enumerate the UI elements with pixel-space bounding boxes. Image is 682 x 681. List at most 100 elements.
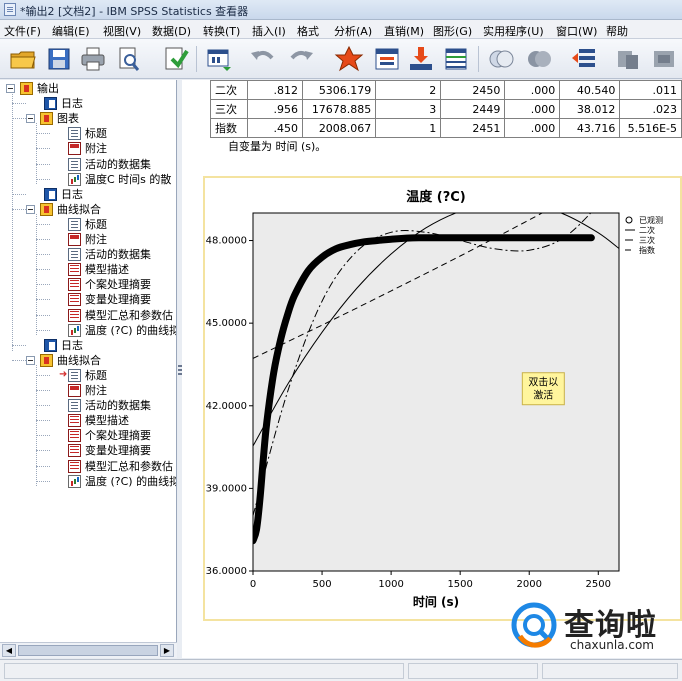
show-all-icon[interactable] [486, 45, 516, 73]
table-row[interactable]: 三次 .956 17678.885 3 2449.000 38.012.023 [209, 99, 682, 119]
outline-item[interactable]: 附注 [0, 141, 176, 156]
outline-item[interactable]: 标题 [0, 126, 176, 141]
promote-icon[interactable] [570, 45, 600, 73]
outline-item[interactable]: 输出 [0, 81, 176, 96]
outline-item[interactable]: 标题 [0, 217, 176, 232]
save-icon[interactable] [44, 45, 74, 73]
table-row[interactable]: 指数 .450 2008.067 1 2451.000 43.716 5.516E-5 [209, 118, 682, 138]
chart-frame[interactable]: 温度 (?C) 36.0000 39.0000 42.0000 45.0000 48.00… [203, 176, 682, 621]
table-cell: 3 [375, 99, 442, 119]
menu-file[interactable]: 文件(F) [4, 23, 41, 39]
menu-bar: 文件(F) 编辑(E) 视图(V) 数据(D) 转换(T) 插入(I) 格式 分… [0, 20, 682, 39]
outline-item[interactable]: 活动的数据集 [0, 398, 176, 413]
title-bar: *输出2 [文档2] - IBM SPSS Statistics 查看器 [0, 0, 682, 20]
menu-direct-marketing[interactable]: 直销(M) [384, 23, 424, 39]
menu-view[interactable]: 视图(V) [103, 23, 141, 39]
title-doc-icon [68, 127, 81, 141]
table-icon [68, 263, 81, 277]
outline-item[interactable]: 图表 [0, 111, 176, 126]
table-row[interactable]: 二次 .812 5306.179 2 2450.000 40.540.011 [209, 80, 682, 100]
collapse-toggle-icon[interactable] [6, 84, 15, 93]
collapse-toggle-icon[interactable] [26, 204, 35, 214]
table-cell: .812 [247, 80, 304, 100]
menu-window[interactable]: 窗口(W) [556, 23, 597, 39]
legend-label: 二次 [639, 225, 655, 235]
outline-item[interactable]: 附注 [0, 232, 176, 247]
scroll-left-arrow-icon[interactable]: ◀ [2, 644, 16, 657]
toolbar [0, 39, 682, 79]
x-tick-label: 2500 [586, 579, 611, 590]
outline-item[interactable]: 模型描述 [0, 413, 176, 428]
redo-icon[interactable] [286, 45, 316, 73]
x-tick-label: 1000 [378, 579, 403, 590]
activate-hint-text: 激活 [533, 389, 553, 402]
outline-item[interactable]: 附注 [0, 383, 176, 398]
row-label-cell: 指数 [209, 118, 249, 138]
table-icon [68, 414, 81, 428]
outline-item-label: 温度C 时间s 的散 [85, 172, 172, 186]
outline-item[interactable]: 曲线拟合 [0, 353, 176, 368]
model-summary-table[interactable]: 二次 .812 5306.179 2 2450.000 40.540.011 三次 .956 1… [209, 80, 682, 138]
menu-help[interactable]: 帮助 [606, 23, 628, 39]
menu-insert[interactable]: 插入(I) [252, 23, 286, 39]
outline-item-label: 输出 [37, 82, 59, 95]
outline-item[interactable]: 日志 [0, 187, 176, 202]
open-icon[interactable] [8, 45, 38, 73]
chart-icon [68, 323, 81, 337]
outline-horizontal-scrollbar[interactable]: ◀ ▶ [0, 642, 177, 658]
outline-item[interactable]: 个案处理摘要 [0, 428, 176, 443]
tree-connector [36, 364, 37, 486]
menu-transform[interactable]: 转换(T) [203, 23, 240, 39]
print-icon[interactable] [78, 45, 108, 73]
outline-item[interactable]: 活动的数据集 [0, 157, 176, 172]
menu-data[interactable]: 数据(D) [152, 23, 191, 39]
menu-utilities[interactable]: 实用程序(U) [483, 23, 544, 39]
undo-icon[interactable] [248, 45, 278, 73]
output-book-icon [40, 112, 53, 126]
outline-item-label: 标题 [85, 368, 107, 382]
export-icon[interactable] [160, 45, 190, 73]
curve-fit-chart[interactable]: 温度 (?C) 36.0000 39.0000 42.0000 45.0000 48.00… [205, 178, 680, 619]
menu-format[interactable]: 格式 [297, 23, 319, 39]
outline-item[interactable]: 个案处理摘要 [0, 277, 176, 292]
table-cell: .956 [247, 99, 304, 119]
outline-item[interactable]: 曲线拟合 [0, 202, 176, 217]
outline-item[interactable]: 温度C 时间s 的散 [0, 172, 176, 187]
collapse-toggle-icon[interactable] [26, 355, 35, 365]
menu-graphs[interactable]: 图形(G) [433, 23, 472, 39]
goto-case-icon[interactable] [372, 45, 402, 73]
outline-item[interactable]: 变量处理摘要 [0, 292, 176, 307]
outline-item[interactable]: 温度 (?C) 的曲线拟 [0, 323, 176, 338]
variables-icon[interactable] [442, 45, 472, 73]
goto-variable-icon[interactable] [406, 45, 436, 73]
outline-item[interactable]: 日志 [0, 96, 176, 111]
scrollbar-thumb[interactable] [18, 645, 158, 656]
outline-item[interactable]: 日志 [0, 338, 176, 353]
doc-icon [68, 157, 81, 171]
outline-item-label: 个案处理摘要 [85, 429, 151, 443]
recall-dialog-icon[interactable] [204, 45, 234, 73]
print-preview-icon[interactable] [114, 45, 144, 73]
scroll-right-arrow-icon[interactable]: ▶ [160, 644, 174, 657]
hide-icon[interactable] [524, 45, 554, 73]
menu-edit[interactable]: 编辑(E) [52, 23, 90, 39]
table-cell: 2 [375, 80, 442, 100]
outline-item[interactable]: 模型汇总和参数估 [0, 459, 176, 474]
outline-pane[interactable]: 输出 日志 图表 标题 附注 活动的数据集 温度C 时间s 的散 日志 曲线拟合 标题 附注 活动的数… [0, 80, 177, 658]
collapse-toggle-icon[interactable] [26, 114, 35, 124]
table-cell: 40.540 [559, 80, 621, 100]
output-content-pane[interactable]: 二次 .812 5306.179 2 2450.000 40.540.011 三次 .956 1… [182, 80, 682, 658]
outline-item[interactable]: 模型描述 [0, 262, 176, 277]
outline-item[interactable]: 温度 (?C) 的曲线拟 [0, 474, 176, 489]
outline-item[interactable]: 变量处理摘要 [0, 443, 176, 458]
outline-item[interactable]: 活动的数据集 [0, 247, 176, 262]
outline-item[interactable]: 模型汇总和参数估 [0, 308, 176, 323]
outline-item-label: 活动的数据集 [85, 248, 151, 262]
designate-window-icon[interactable] [650, 45, 680, 73]
y-tick-label: 39.0000 [206, 483, 247, 494]
tree-connector [36, 213, 37, 335]
demote-icon[interactable] [612, 45, 642, 73]
menu-analyze[interactable]: 分析(A) [334, 23, 372, 39]
goto-data-icon[interactable] [334, 45, 364, 73]
outline-item[interactable]: 标题 ➜ [0, 368, 176, 383]
